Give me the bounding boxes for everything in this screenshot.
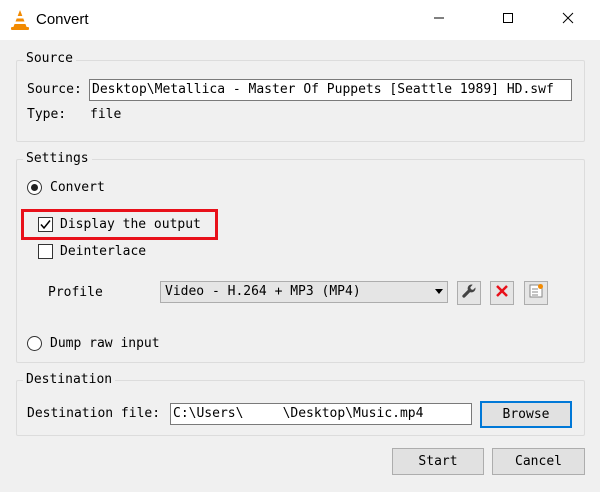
destination-file-field[interactable]: C:\Users\ \Desktop\Music.mp4 [170,403,472,425]
type-value: file [90,107,122,122]
convert-radio[interactable] [27,180,42,195]
browse-label: Browse [502,407,550,422]
edit-profile-button[interactable] [457,281,481,305]
settings-group-label: Settings [23,151,92,166]
start-button[interactable]: Start [392,448,484,475]
profile-value: Video - H.264 + MP3 (MP4) [165,284,361,299]
type-label: Type: [27,107,67,122]
display-output-checkbox[interactable] [38,217,53,232]
deinterlace-checkbox[interactable] [38,244,53,259]
convert-label[interactable]: Convert [50,180,105,195]
window-title: Convert [36,11,89,28]
chevron-down-icon [435,289,443,294]
profile-select[interactable]: Video - H.264 + MP3 (MP4) [160,281,448,303]
close-icon [562,12,574,28]
maximize-button[interactable] [485,0,531,40]
delete-profile-button[interactable] [490,281,514,305]
cancel-label: Cancel [515,454,562,469]
profile-label: Profile [48,285,103,300]
dump-raw-radio[interactable] [27,336,42,351]
minimize-icon [433,12,445,28]
new-profile-icon [528,283,544,303]
dump-raw-label[interactable]: Dump raw input [50,336,160,351]
source-group [16,60,585,142]
browse-button[interactable]: Browse [480,401,572,428]
delete-icon [495,284,509,302]
source-group-label: Source [23,51,76,66]
deinterlace-label[interactable]: Deinterlace [60,244,146,259]
destination-file-label: Destination file: [27,406,161,421]
minimize-button[interactable] [416,0,462,40]
destination-group-label: Destination [23,372,116,387]
close-button[interactable] [545,0,591,40]
vlc-cone-icon [10,9,30,31]
cancel-button[interactable]: Cancel [492,448,585,475]
source-field[interactable]: Desktop\Metallica - Master Of Puppets [S… [89,79,572,101]
start-label: Start [418,454,458,469]
maximize-icon [502,12,514,28]
source-label: Source: [27,82,82,97]
new-profile-button[interactable] [524,281,548,305]
display-output-label[interactable]: Display the output [60,217,201,232]
wrench-icon [461,283,477,303]
title-bar: Convert [0,0,600,40]
